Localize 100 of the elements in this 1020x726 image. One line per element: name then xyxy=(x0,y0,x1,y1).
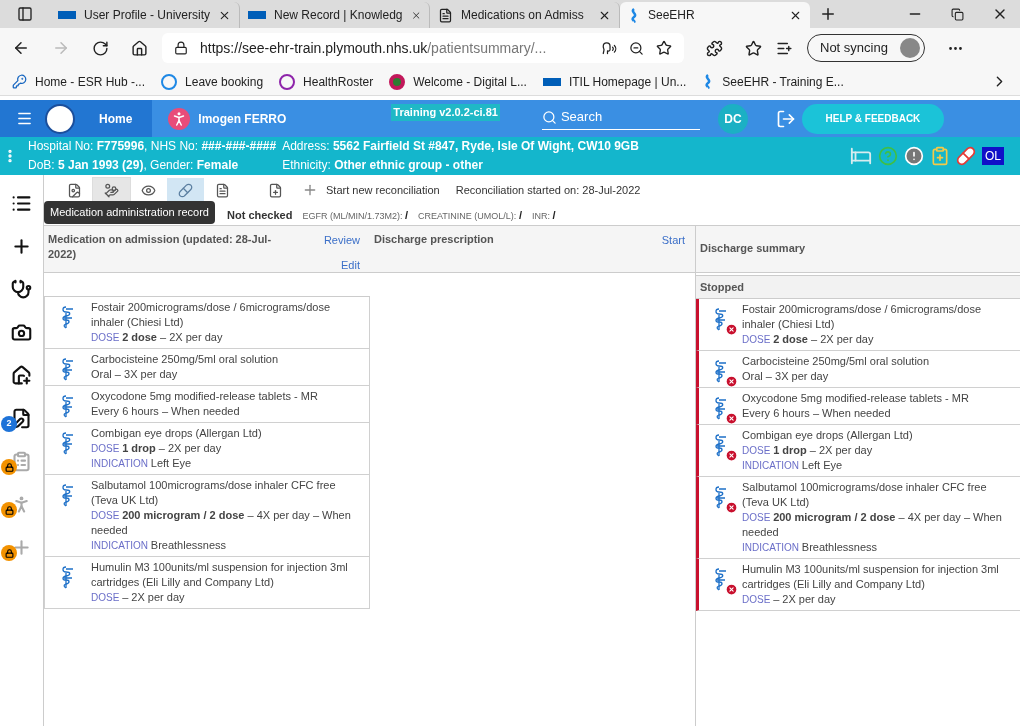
caduceus-icon xyxy=(60,357,76,381)
caduceus-icon xyxy=(712,307,729,331)
plus-icon xyxy=(302,182,318,198)
back-icon[interactable] xyxy=(12,39,30,57)
medication-detail: Every 6 hours – When needed xyxy=(91,404,241,419)
medication-row[interactable]: Humulin M3 100units/ml suspension for injection 3ml cartridges (Eli Lilly and Company Ltd) DOSE – 2X per day xyxy=(44,557,370,609)
patient-detail: DoB: 5 Jan 1993 (29), Gender: Female xyxy=(28,157,240,174)
medication-row[interactable]: Fostair 200micrograms/dose / 6micrograms/dose inhaler (Chiesi Ltd) DOSE 2 dose – 2X per day xyxy=(696,299,1020,351)
document-edit-icon[interactable] xyxy=(11,408,32,429)
bookmark-link[interactable]: Home - ESR Hub -... xyxy=(12,72,150,91)
lab-field: EGFR (ML/MIN/1.73M2): / xyxy=(302,206,408,224)
tab-actions-icon[interactable] xyxy=(17,6,33,22)
lab-field: INR: / xyxy=(531,206,556,224)
nhs-logo-icon xyxy=(248,11,266,19)
eye-icon xyxy=(141,182,156,198)
app-logo-icon xyxy=(45,103,75,134)
bookmark-link[interactable]: ITIL Homepage | Un... xyxy=(542,72,691,91)
clipboard-icon[interactable] xyxy=(11,451,32,472)
toolbar-button[interactable] xyxy=(167,178,204,202)
favorite-icon[interactable] xyxy=(656,40,672,56)
medication-row[interactable]: Oxycodone 5mg modified-release tablets - MR Every 6 hours – When needed xyxy=(696,388,1020,425)
medication-detail: INDICATION Breathlessness xyxy=(742,540,879,555)
home-icon[interactable] xyxy=(131,39,148,57)
pill-icon[interactable] xyxy=(956,146,976,166)
caduceus-icon xyxy=(712,433,729,457)
medication-detail: Every 6 hours – When needed xyxy=(742,406,892,421)
read-aloud-icon[interactable] xyxy=(602,40,617,56)
medication-row[interactable]: Humulin M3 100units/ml suspension for injection 3ml cartridges (Eli Lilly and Company Ltd) DOSE – 2X per day xyxy=(696,559,1020,611)
new-tab-icon[interactable] xyxy=(819,5,837,23)
patient-detail: Ethnicity: Other ethnic group - other xyxy=(282,157,484,174)
add-file-icon xyxy=(268,182,283,198)
favorites-icon[interactable] xyxy=(745,39,762,57)
count-badge: 2 xyxy=(1,416,17,432)
medication-name: Salbutamol 100micrograms/dose inhaler CFC free (Teva UK Ltd) xyxy=(742,480,988,510)
medication-row[interactable]: Fostair 200micrograms/dose / 6micrograms/dose inhaler (Chiesi Ltd) DOSE 2 dose – 2X per day xyxy=(44,297,370,349)
search-icon xyxy=(541,109,557,125)
column-title: Medication on admission (updated: 28-Jul-2022) xyxy=(48,232,273,262)
browser-tab[interactable]: SeeEHR xyxy=(620,2,810,28)
medication-row[interactable]: Salbutamol 100micrograms/dose inhaler CFC free (Teva UK Ltd) DOSE 200 microgram / 2 dose – 4X per day – When needed INDICATION Breathlessness xyxy=(44,475,370,557)
patient-detail: Hospital No: F775996, NHS No: ###-###-#### xyxy=(28,138,277,155)
address-bar[interactable]: https://see-ehr-train.plymouth.nhs.uk/patientsummary/... xyxy=(162,33,684,63)
caduceus-icon xyxy=(60,305,76,329)
camera-icon[interactable] xyxy=(11,322,32,343)
reconciliation-date: Reconciliation started on: 28-Jul-2022 xyxy=(455,182,641,198)
tab-title: New Record | Knowledg xyxy=(274,7,403,23)
restore-icon[interactable] xyxy=(951,7,964,21)
medication-name: Fostair 200micrograms/dose / 6micrograms/dose inhaler (Chiesi Ltd) xyxy=(742,302,983,332)
lab-field: CREATININE (UMOL/L): / xyxy=(418,206,522,224)
zoom-out-icon[interactable] xyxy=(629,40,644,56)
bookmark-link[interactable]: Leave booking xyxy=(161,72,268,91)
start-reconciliation-button[interactable]: Start new reconciliation xyxy=(302,181,440,199)
lock-icon xyxy=(1,459,17,475)
home-breadcrumb[interactable]: Home xyxy=(0,100,153,137)
bookmark-link[interactable]: Welcome - Digital L... xyxy=(389,72,531,91)
caduceus-icon xyxy=(712,485,729,509)
user-badge[interactable]: OL xyxy=(982,147,1004,165)
extensions-icon[interactable] xyxy=(706,39,723,57)
column-link[interactable]: Start xyxy=(661,232,685,249)
medication-detail: DOSE – 2X per day xyxy=(742,592,837,607)
caduceus-icon xyxy=(712,567,729,591)
image-file-icon xyxy=(67,182,82,198)
lock-icon xyxy=(1,545,17,561)
column-link[interactable]: Review xyxy=(323,232,360,249)
clipboard-icon[interactable] xyxy=(930,146,950,166)
tab-title: SeeEHR xyxy=(648,7,696,23)
medication-detail: DOSE 2 dose – 2X per day xyxy=(91,330,224,345)
medication-row[interactable]: Carbocisteine 250mg/5ml oral solution Oral – 3X per day xyxy=(696,351,1020,388)
reload-icon[interactable] xyxy=(92,39,109,57)
medication-detail: DOSE 1 drop – 2X per day xyxy=(91,441,223,456)
medication-name: Carbocisteine 250mg/5ml oral solution xyxy=(742,354,930,369)
logout-icon[interactable] xyxy=(775,108,796,129)
medication-row[interactable]: Carbocisteine 250mg/5ml oral solution Oral – 3X per day xyxy=(44,349,370,386)
plus-icon[interactable] xyxy=(11,236,32,257)
medication-name: Humulin M3 100units/ml suspension for injection 3ml cartridges (Eli Lilly and Company Ltd) xyxy=(91,560,349,590)
lock-icon xyxy=(1,502,17,518)
house-icon[interactable] xyxy=(11,365,32,386)
toolbar-button[interactable] xyxy=(93,178,130,202)
lock-icon xyxy=(174,41,188,55)
medication-row[interactable]: Oxycodone 5mg modified-release tablets - MR Every 6 hours – When needed xyxy=(44,386,370,423)
medication-name: Oxycodone 5mg modified-release tablets - MR xyxy=(91,389,318,404)
medication-row[interactable]: Salbutamol 100micrograms/dose inhaler CFC free (Teva UK Ltd) DOSE 200 microgram / 2 dose – 4X per day – When needed INDICATION Breathlessness xyxy=(696,477,1020,559)
bookmark-link[interactable]: SeeEHR - Training E... xyxy=(702,72,848,91)
medication-detail: Oral – 3X per day xyxy=(91,367,179,382)
column-link[interactable]: Edit xyxy=(341,256,360,273)
tooltip: Medication administration record xyxy=(44,201,215,224)
list-icon[interactable] xyxy=(11,193,32,214)
caduceus-icon xyxy=(712,396,729,420)
stopped-icon xyxy=(725,323,738,336)
caduceus-icon xyxy=(60,483,76,507)
medication-row[interactable]: Combigan eye drops (Allergan Ltd) DOSE 1 drop – 2X per day INDICATION Left Eye xyxy=(696,425,1020,477)
page-icon xyxy=(438,7,453,23)
avatar-icon xyxy=(899,38,920,58)
caduceus-icon xyxy=(712,359,729,383)
medication-row[interactable]: Combigan eye drops (Allergan Ltd) DOSE 1 drop – 2X per day INDICATION Left Eye xyxy=(44,423,370,475)
bookmark-link[interactable]: HealthRoster xyxy=(279,72,378,91)
stopped-icon xyxy=(725,412,738,425)
alert-icon[interactable] xyxy=(904,146,924,166)
stethoscope-icon[interactable] xyxy=(11,279,32,300)
medication-name: Combigan eye drops (Allergan Ltd) xyxy=(742,428,913,443)
medication-detail: DOSE 200 microgram / 2 dose – 4X per day – When needed xyxy=(91,508,352,538)
